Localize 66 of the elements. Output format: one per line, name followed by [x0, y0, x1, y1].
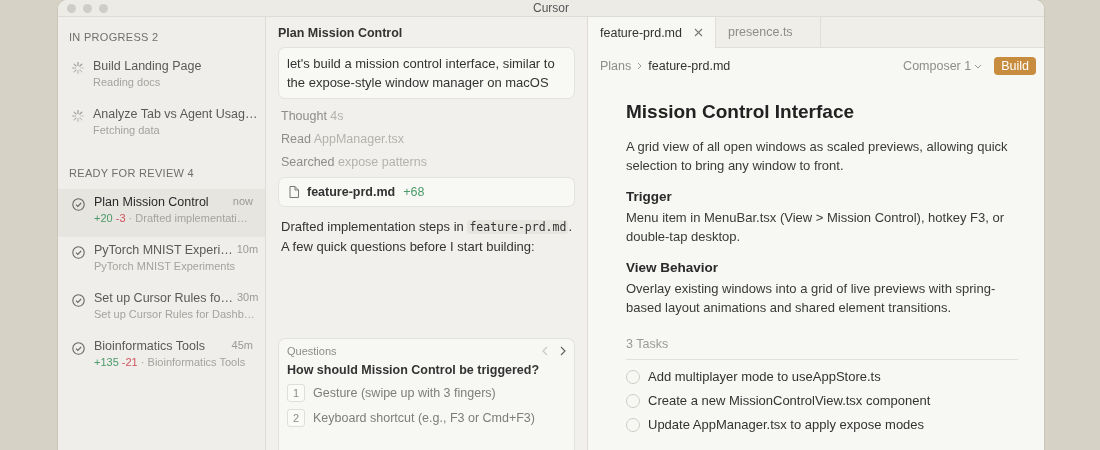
- agent-title: PyTorch MNIST Experi…: [94, 243, 233, 257]
- agent-title: Set up Cursor Rules fo…: [94, 291, 233, 305]
- chevron-right-icon: [637, 62, 643, 70]
- option-number: 2: [287, 409, 305, 427]
- agent-subtitle: Fetching data: [93, 124, 161, 136]
- window-title: Cursor: [533, 1, 569, 15]
- agent-title: Plan Mission Control: [94, 195, 209, 209]
- agent-time: 45m: [231, 339, 253, 353]
- paragraph: Menu item in MenuBar.tsx (View > Mission Control), hotkey F3, or double-tap desktop.: [626, 209, 1005, 246]
- agent-subtitle: Set up Cursor Rules for Dashb…: [94, 308, 253, 320]
- paragraph: Overlay existing windows into a grid of live previews with spring-based layout animations and shared element transitions.: [626, 280, 997, 317]
- chevron-right-icon[interactable]: [560, 346, 566, 356]
- file-icon: [289, 186, 299, 198]
- check-circle-icon: [72, 342, 85, 355]
- chat-title: Plan Mission Control: [278, 26, 404, 40]
- agent-item[interactable]: Set up Cursor Rules fo… 30m Set up Cursor Rules for Dashb…: [58, 285, 265, 333]
- step-text: Searched expose patterns: [281, 154, 428, 171]
- editor-tab[interactable]: feature-prd.md: [588, 17, 716, 48]
- breadcrumb-item[interactable]: Plans: [600, 59, 632, 73]
- check-circle-icon: [72, 198, 85, 211]
- step-text: Thought 4s: [281, 108, 345, 125]
- tasks-label: 3 Tasks: [626, 337, 1018, 360]
- check-circle-icon: [72, 246, 85, 259]
- agent-time: 10m: [236, 243, 259, 257]
- agent-item[interactable]: Bioinformatics Tools 45m +135 -21 · Bioinformatics Tools: [58, 333, 265, 381]
- spinner-icon: [72, 62, 84, 74]
- added-lines: +68: [403, 185, 425, 199]
- check-circle-icon: [72, 294, 85, 307]
- questions-label: Questions: [287, 345, 337, 357]
- agent-title: Analyze Tab vs Agent Usag…: [93, 107, 258, 121]
- section-heading: READY FOR REVIEW 4: [68, 166, 195, 181]
- agent-title: Bioinformatics Tools: [94, 339, 205, 353]
- agent-item[interactable]: Analyze Tab vs Agent Usag… Fetching data: [58, 101, 265, 149]
- file-card[interactable]: feature-prd.md +68: [278, 177, 575, 207]
- agent-item[interactable]: PyTorch MNIST Experi… 10m PyTorch MNIST Experiments: [58, 237, 265, 285]
- chevron-down-icon: [974, 63, 983, 69]
- document-title: Mission Control Interface: [626, 101, 856, 123]
- breadcrumb-item[interactable]: feature-prd.md: [648, 59, 731, 73]
- answer-option[interactable]: Keyboard shortcut (e.g., F3 or Cmd+F3): [313, 411, 535, 425]
- section-heading: IN PROGRESS 2: [68, 30, 160, 45]
- close-icon[interactable]: [694, 28, 703, 37]
- agent-subtitle: +20 -3 · Drafted implementati…: [94, 212, 249, 224]
- section-heading: View Behavior: [626, 260, 720, 275]
- model-selector[interactable]: Composer 1: [903, 59, 983, 73]
- task-text: Create a new MissionControlView.tsx component: [648, 393, 931, 408]
- agent-item[interactable]: Build Landing Page Reading docs: [58, 53, 265, 101]
- assistant-reply: Drafted implementation steps in feature-prd.md. A few quick questions before I start building:: [280, 218, 573, 256]
- paragraph: A grid view of all open windows as scaled previews, allowing quick selection to bring any window to front.: [626, 138, 1009, 175]
- task-text: Add multiplayer mode to useAppStore.ts: [648, 369, 881, 384]
- section-heading: Trigger: [626, 189, 673, 204]
- answer-option[interactable]: Gesture (swipe up with 3 fingers): [313, 386, 496, 400]
- agent-time: now: [232, 195, 253, 209]
- agent-subtitle: PyTorch MNIST Experiments: [94, 260, 236, 272]
- step-text: Read AppManager.tsx: [281, 131, 405, 148]
- file-name: feature-prd.md: [307, 185, 396, 199]
- question-text: How should Mission Control be triggered?: [287, 363, 541, 377]
- agent-time: 30m: [236, 291, 259, 305]
- chevron-left-icon[interactable]: [542, 346, 548, 356]
- agent-title: Build Landing Page: [93, 59, 202, 73]
- option-number: 1: [287, 384, 305, 402]
- agent-subtitle: +135 -21 · Bioinformatics Tools: [94, 356, 247, 368]
- agent-subtitle: Reading docs: [93, 76, 162, 88]
- spinner-icon: [72, 110, 84, 122]
- user-message: let's build a mission control interface, similar to the expose-style window manager on macOS: [278, 47, 575, 99]
- task-text: Update AppManager.tsx to apply expose modes: [648, 417, 925, 432]
- agent-item[interactable]: Plan Mission Control now +20 -3 · Drafted implementati…: [58, 189, 265, 237]
